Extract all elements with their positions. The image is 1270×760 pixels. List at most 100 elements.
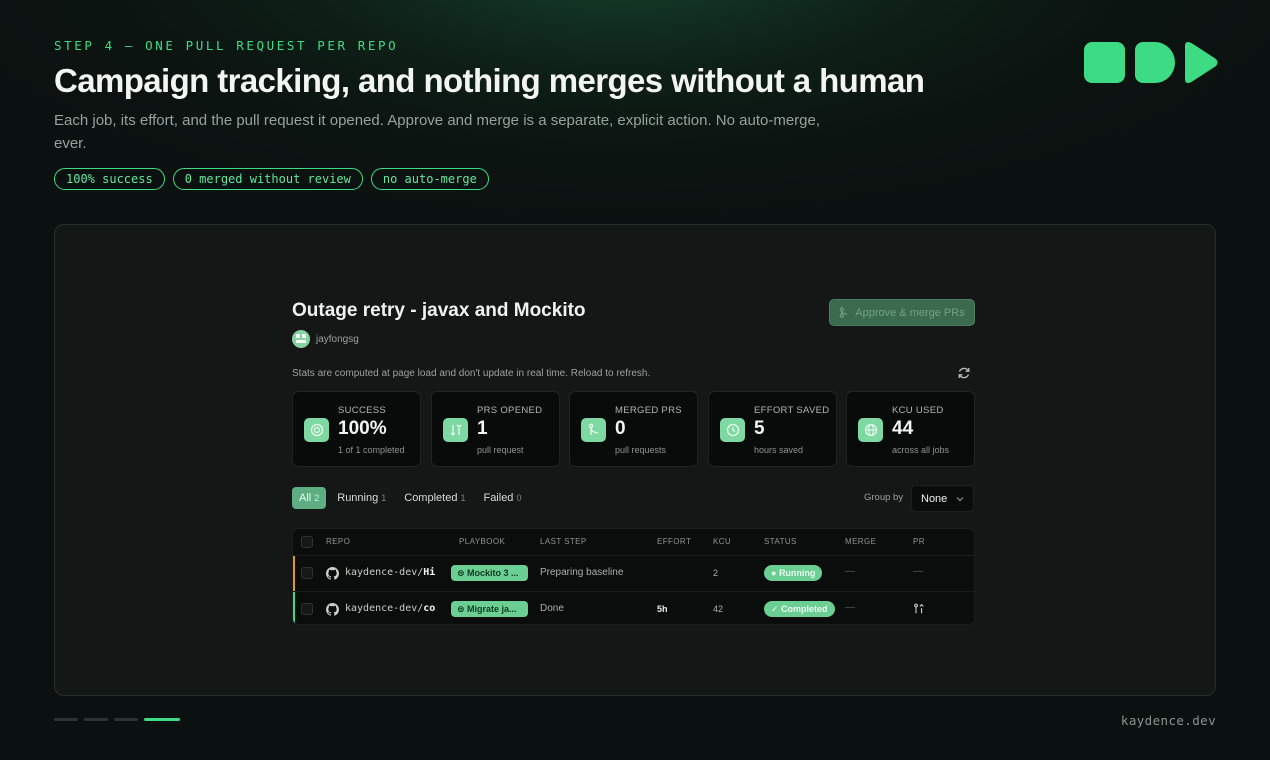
logo-square-icon xyxy=(1084,42,1125,83)
footer-domain: kaydence.dev xyxy=(1120,713,1216,728)
column-header-status: STATUS xyxy=(764,537,797,546)
row-checkbox[interactable] xyxy=(301,603,313,615)
playbook-pill[interactable]: ⊜ Migrate ja... xyxy=(451,601,528,617)
stat-value: 5 xyxy=(754,418,765,439)
tab-count: 0 xyxy=(516,493,522,503)
stat-card-success: SUCCESS 100% 1 of 1 completed xyxy=(292,391,421,467)
stat-value: 100% xyxy=(338,418,387,439)
chip-success: 100% success xyxy=(54,168,165,190)
tab-all[interactable]: All 2 xyxy=(292,487,327,509)
slide-subtitle: Each job, its effort, and the pull reque… xyxy=(54,112,821,152)
github-icon xyxy=(326,567,339,580)
column-header-repo: REPO xyxy=(326,537,351,546)
check-icon: ✓ xyxy=(771,604,782,614)
brand-logo xyxy=(1084,42,1219,83)
row-accent-bar xyxy=(293,556,295,591)
group-by-label: Group by xyxy=(864,492,904,503)
stat-value: 44 xyxy=(892,418,914,439)
step-dot xyxy=(54,718,78,721)
pull-request-icon xyxy=(443,418,468,442)
campaign-app: Outage retry - javax and Mockito Approve… xyxy=(284,291,988,636)
campaign-title: Outage retry - javax and Mockito xyxy=(292,300,586,321)
step-dot xyxy=(84,718,108,721)
stat-label: KCU USED xyxy=(892,405,944,416)
eyebrow: STEP 4 — ONE PULL REQUEST PER REPO xyxy=(54,38,399,53)
pr-cell: — xyxy=(913,566,923,577)
tab-label: Running xyxy=(337,492,379,504)
column-header-playbook: PLAYBOOK xyxy=(459,537,506,546)
table-header: REPO PLAYBOOK LAST STEP EFFORT KCU STATU… xyxy=(293,529,974,556)
tab-label: Completed xyxy=(404,492,458,504)
github-icon xyxy=(326,603,339,616)
user-chip[interactable]: jayfongsg xyxy=(292,330,359,348)
slide-title: Campaign tracking, and nothing merges wi… xyxy=(54,62,925,99)
playbook-icon: ⊜ xyxy=(457,604,468,614)
row-checkbox[interactable] xyxy=(301,567,313,579)
pull-request-link-icon[interactable] xyxy=(913,603,925,615)
effort: 5h xyxy=(657,604,668,614)
column-header-merge: MERGE xyxy=(845,537,877,546)
tab-failed[interactable]: Failed 0 xyxy=(476,487,528,509)
status-badge: ● Running xyxy=(764,565,823,581)
repo-name[interactable]: kaydence-dev/co xyxy=(345,603,435,614)
tab-label: All xyxy=(299,492,312,504)
chevron-down-icon xyxy=(956,496,964,501)
tab-count: 1 xyxy=(460,493,466,503)
stat-value: 0 xyxy=(615,418,626,439)
stat-label: MERGED PRS xyxy=(615,405,682,416)
playbook-pill[interactable]: ⊜ Mockito 3 ... xyxy=(451,565,528,581)
jobs-table: REPO PLAYBOOK LAST STEP EFFORT KCU STATU… xyxy=(292,528,975,625)
stat-card-effort-saved: EFFORT SAVED 5 hours saved xyxy=(708,391,837,467)
tab-count: 1 xyxy=(381,493,387,503)
status-badge: ✓ Completed xyxy=(764,601,835,617)
stat-card-prs-opened: PRS OPENED 1 pull request xyxy=(431,391,560,467)
merge-icon xyxy=(581,418,606,442)
stat-label: SUCCESS xyxy=(338,405,387,416)
stat-label: EFFORT SAVED xyxy=(754,405,830,416)
stats-note: Stats are computed at page load and don'… xyxy=(292,368,651,379)
column-header-pr: PR xyxy=(913,537,925,546)
stat-sub: hours saved xyxy=(754,445,804,455)
stat-sub: pull request xyxy=(477,445,524,455)
chip-row: 100% success 0 merged without review no … xyxy=(54,168,489,190)
globe-icon xyxy=(858,418,883,442)
tab-completed[interactable]: Completed 1 xyxy=(397,487,472,509)
last-step: Done xyxy=(540,603,564,614)
refresh-icon[interactable] xyxy=(957,366,971,380)
step-dot xyxy=(114,718,138,721)
step-progress xyxy=(54,718,180,721)
row-accent-bar xyxy=(293,592,295,624)
stat-sub: across all jobs xyxy=(892,445,950,455)
group-by-value: None xyxy=(921,492,948,505)
stat-sub: 1 of 1 completed xyxy=(338,445,405,455)
step-dot-active xyxy=(144,718,180,721)
table-row[interactable]: kaydence-dev/co ⊜ Migrate ja... Done 5h … xyxy=(293,592,974,624)
chip-no-auto-merge: no auto-merge xyxy=(370,168,489,190)
merge-icon xyxy=(840,307,848,318)
column-header-effort: EFFORT xyxy=(657,537,692,546)
logo-play-icon xyxy=(1185,42,1218,83)
stat-label: PRS OPENED xyxy=(477,405,543,416)
filter-tabs: All 2 Running 1 Completed 1 Failed 0 xyxy=(292,487,528,509)
playbook-icon: ⊜ xyxy=(457,568,468,578)
group-by-select[interactable]: None xyxy=(911,485,974,512)
tab-label: Failed xyxy=(483,492,514,504)
stat-sub: pull requests xyxy=(615,445,667,455)
clock-icon xyxy=(720,418,745,442)
tab-running[interactable]: Running 1 xyxy=(330,487,393,509)
select-all-checkbox[interactable] xyxy=(301,536,313,548)
column-header-kcu: KCU xyxy=(713,537,732,546)
running-dot-icon: ● xyxy=(771,568,779,578)
logo-d-shape-icon xyxy=(1135,42,1175,83)
tab-count: 2 xyxy=(314,493,320,503)
merge-cell: — xyxy=(845,566,855,577)
table-row[interactable]: kaydence-dev/Hi ⊜ Mockito 3 ... Preparin… xyxy=(293,556,974,592)
avatar xyxy=(292,330,310,348)
stat-card-merged-prs: MERGED PRS 0 pull requests xyxy=(569,391,698,467)
kcu: 42 xyxy=(713,604,724,614)
approve-merge-button[interactable]: Approve & merge PRs xyxy=(829,299,975,326)
repo-name[interactable]: kaydence-dev/Hi xyxy=(345,567,435,578)
stat-card-kcu-used: KCU USED 44 across all jobs xyxy=(846,391,975,467)
merge-cell: — xyxy=(845,602,855,613)
avatar-pattern-icon xyxy=(296,334,306,343)
